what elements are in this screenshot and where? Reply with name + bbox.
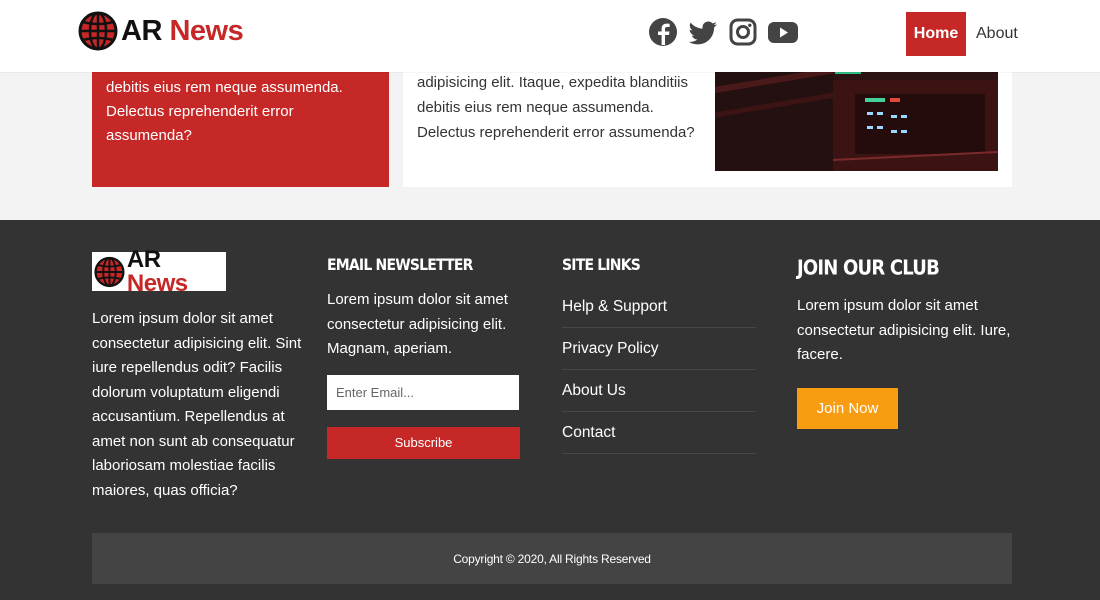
site-footer: AR News Lorem ipsum dolor sit amet conse… xyxy=(0,220,1100,600)
link-privacy-policy[interactable]: Privacy Policy xyxy=(562,328,756,370)
subscribe-button[interactable]: Subscribe xyxy=(327,426,520,459)
join-club-title: Join Our Club xyxy=(797,256,940,281)
link-contact[interactable]: Contact xyxy=(562,412,756,454)
newsletter-text: Lorem ipsum dolor sit amet consectetur a… xyxy=(327,291,508,357)
facebook-icon[interactable] xyxy=(648,16,678,48)
instagram-icon[interactable] xyxy=(728,16,758,48)
join-club-text: Lorem ipsum dolor sit amet consectetur a… xyxy=(797,297,1011,363)
footer-site-links: Site Links Help & Support Privacy Policy… xyxy=(562,256,756,454)
join-now-button[interactable]: Join Now xyxy=(797,387,898,429)
footer-about-text: Lorem ipsum dolor sit amet consectetur a… xyxy=(92,310,302,499)
site-links-list: Help & Support Privacy Policy About Us C… xyxy=(562,286,756,454)
footer-logo-ar: AR xyxy=(126,245,161,273)
link-about-us[interactable]: About Us xyxy=(562,370,756,412)
nav-about[interactable]: About xyxy=(966,12,1018,56)
youtube-icon[interactable] xyxy=(768,16,798,48)
logo-news: News xyxy=(169,14,244,47)
social-links xyxy=(648,16,798,48)
footer-logo-news: News xyxy=(126,269,188,297)
news-card-text: adipisicing elit. Itaque, expedita bland… xyxy=(417,74,695,141)
footer-join-club: Join Our Club Lorem ipsum dolor sit amet… xyxy=(797,256,1012,429)
link-help-support[interactable]: Help & Support xyxy=(562,286,756,328)
featured-card-red[interactable]: debitis eius rem neque assumenda. Delect… xyxy=(92,60,389,187)
site-header: AR News Home About xyxy=(0,0,1100,72)
footer-newsletter: Email Newsletter Lorem ipsum dolor sit a… xyxy=(327,256,520,459)
globe-icon xyxy=(78,11,118,51)
footer-about: AR News Lorem ipsum dolor sit amet conse… xyxy=(92,247,307,503)
logo-text: AR News xyxy=(121,14,244,47)
logo-ar: AR xyxy=(121,14,162,47)
news-card[interactable]: adipisicing elit. Itaque, expedita bland… xyxy=(403,60,1012,187)
site-links-title: Site Links xyxy=(562,256,641,275)
globe-icon xyxy=(94,256,125,287)
email-input[interactable]: Enter Email... xyxy=(327,374,519,410)
footer-logo-text: AR News xyxy=(126,245,224,297)
featured-card-text: debitis eius rem neque assumenda. Delect… xyxy=(106,79,343,144)
twitter-icon[interactable] xyxy=(688,16,718,48)
footer-logo[interactable]: AR News xyxy=(92,247,226,295)
newsletter-title: Email Newsletter xyxy=(327,256,473,275)
copyright-bar: Copyright © 2020, All Rights Reserved xyxy=(92,533,1012,584)
nav-home[interactable]: Home xyxy=(906,12,966,56)
news-card-image[interactable] xyxy=(715,60,998,171)
site-logo[interactable]: AR News xyxy=(78,11,244,51)
main-nav: Home About xyxy=(906,12,1018,56)
